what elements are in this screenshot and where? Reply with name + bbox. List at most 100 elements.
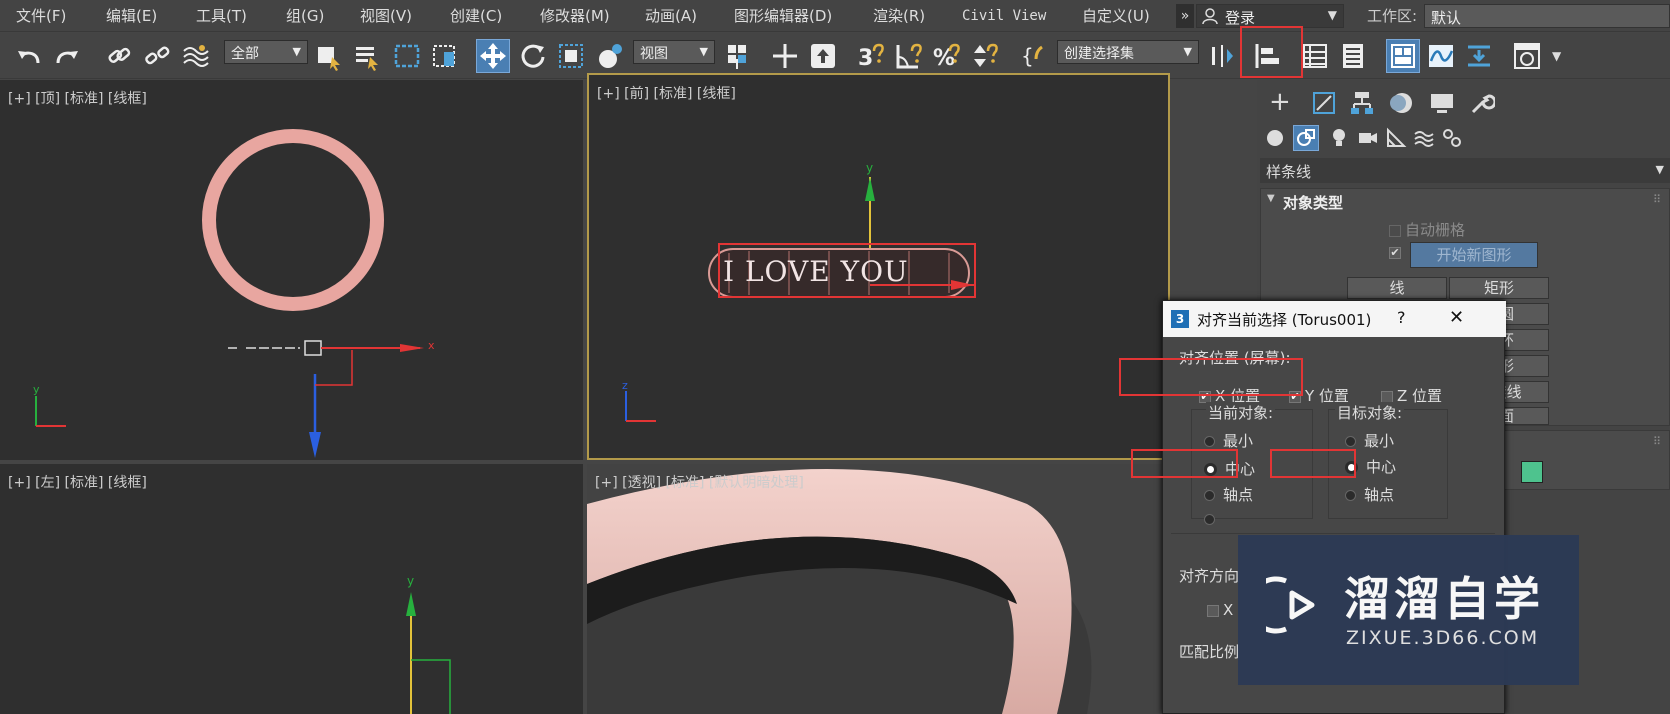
schematic-view-button[interactable] xyxy=(1462,39,1496,73)
menu-animation[interactable]: 动画(A) xyxy=(645,6,697,26)
menu-file[interactable]: 文件(F) xyxy=(16,6,66,26)
toggle-scene-explorer-button[interactable] xyxy=(1298,39,1332,73)
material-editor-button[interactable] xyxy=(1510,39,1544,73)
select-and-rotate-button[interactable] xyxy=(516,39,550,73)
category-dropdown[interactable]: 样条线 ▼ xyxy=(1260,158,1670,183)
systems-icon[interactable] xyxy=(1441,127,1463,149)
manipulate-button[interactable] xyxy=(768,39,802,73)
hierarchy-tab-icon[interactable] xyxy=(1349,90,1375,116)
edit-named-selection-button[interactable]: { xyxy=(1018,39,1052,73)
bind-spacewarp-button[interactable] xyxy=(178,39,212,73)
current-pivot-radio[interactable]: 轴点 xyxy=(1204,484,1253,505)
menu-group[interactable]: 组(G) xyxy=(286,6,324,26)
highlight-align-button xyxy=(1240,26,1303,78)
viewport-left[interactable]: [+] [左] [标准] [线框] y xyxy=(0,464,583,714)
spinner-snap-button[interactable] xyxy=(968,39,1002,73)
unlink-button[interactable] xyxy=(140,39,174,73)
rollout-collapse-icon[interactable]: ▼ xyxy=(1267,193,1275,204)
geometry-sphere-icon[interactable] xyxy=(1265,128,1285,148)
mirror-button[interactable] xyxy=(1205,39,1239,73)
menu-rendering[interactable]: 渲染(R) xyxy=(873,6,925,26)
menu-overflow-button[interactable]: » xyxy=(1176,4,1194,28)
menu-civil-view[interactable]: Civil View xyxy=(962,6,1046,26)
menu-customize[interactable]: 自定义(U) xyxy=(1082,6,1150,26)
workspace-dropdown[interactable]: 默认 xyxy=(1424,4,1670,28)
toggle-layer-explorer-button[interactable] xyxy=(1336,39,1370,73)
select-and-move-button[interactable] xyxy=(476,39,510,73)
selection-filter-dropdown[interactable]: 全部 ▼ xyxy=(224,40,308,64)
play-logo-icon xyxy=(1266,576,1315,634)
select-and-place-button[interactable] xyxy=(594,39,628,73)
viewport-perspective[interactable]: [+] [透视] [标准] [默认明暗处理] xyxy=(587,464,1170,714)
window-crossing-button[interactable] xyxy=(428,39,462,73)
select-object-button[interactable] xyxy=(312,39,346,73)
link-button[interactable] xyxy=(102,39,136,73)
menu-edit[interactable]: 编辑(E) xyxy=(106,6,157,26)
viewport-top[interactable]: [+] [顶] [标准] [线框] y x xyxy=(0,80,583,460)
percent-snap-button[interactable]: % xyxy=(930,39,964,73)
utilities-tab-icon[interactable] xyxy=(1469,90,1495,116)
pivot-center-button[interactable] xyxy=(720,39,754,73)
named-selection-set-dropdown[interactable]: 创建选择集 ▼ xyxy=(1057,40,1199,64)
menu-tools[interactable]: 工具(T) xyxy=(196,6,247,26)
3dsmax-window: 文件(F) 编辑(E) 工具(T) 组(G) 视图(V) 创建(C) 修改器(M… xyxy=(0,0,1670,714)
dialog-titlebar[interactable]: 3 对齐当前选择 (Torus001) ? ✕ xyxy=(1163,301,1506,337)
start-new-shape-button[interactable]: 开始新图形 xyxy=(1410,242,1538,268)
toolbar-overflow-arrow[interactable]: ▼ xyxy=(1552,39,1570,73)
reference-coord-dropdown[interactable]: 视图 ▼ xyxy=(633,40,715,64)
workspace-label: 工作区: xyxy=(1367,7,1418,25)
target-pivot-radio[interactable]: 轴点 xyxy=(1345,484,1394,505)
current-max-radio[interactable] xyxy=(1204,514,1215,525)
undo-button[interactable] xyxy=(12,39,46,73)
start-new-shape-checkbox[interactable]: ✔ xyxy=(1389,247,1401,259)
helpers-icon[interactable] xyxy=(1385,127,1407,149)
orientation-x-label: X xyxy=(1223,601,1234,619)
menu-view[interactable]: 视图(V) xyxy=(360,6,412,26)
select-and-scale-button[interactable] xyxy=(554,39,588,73)
redo-button[interactable] xyxy=(50,39,84,73)
display-tab-icon[interactable] xyxy=(1429,90,1455,116)
snaps-toggle-button[interactable]: 3 xyxy=(854,39,888,73)
create-tab-plus-icon[interactable]: + xyxy=(1269,88,1291,116)
rollout-title[interactable]: 对象类型 xyxy=(1283,192,1343,213)
spacewarps-icon[interactable] xyxy=(1413,127,1435,149)
menu-create[interactable]: 创建(C) xyxy=(450,6,502,26)
x-axis-label: x xyxy=(428,339,435,352)
motion-tab-icon[interactable] xyxy=(1389,90,1415,116)
auto-grid-checkbox[interactable]: 自动栅格 xyxy=(1389,219,1465,240)
close-button[interactable]: ✕ xyxy=(1449,307,1464,328)
scale-icon xyxy=(559,44,583,68)
login-dropdown[interactable]: 登录 ▼ xyxy=(1196,4,1344,28)
spacewarp-icon xyxy=(183,45,209,67)
keyboard-shortcut-override-button[interactable] xyxy=(806,39,840,73)
z-arrow-head xyxy=(309,432,321,458)
viewport-label[interactable]: [+] [透视] [标准] [默认明暗处理] xyxy=(595,472,804,492)
menu-graph-editors[interactable]: 图形编辑器(D) xyxy=(734,6,832,26)
workspace-value: 默认 xyxy=(1431,9,1462,27)
curve-editor-button[interactable] xyxy=(1424,39,1458,73)
help-button[interactable]: ? xyxy=(1397,308,1406,327)
shapes-category-button[interactable] xyxy=(1293,125,1319,151)
rollout-grip-icon: ⠿ xyxy=(1652,193,1661,206)
selection-filter-value: 全部 xyxy=(231,46,259,62)
shortcut-override-icon xyxy=(811,44,835,68)
current-min-radio[interactable]: 最小 xyxy=(1204,430,1253,451)
camera-icon[interactable] xyxy=(1357,128,1379,148)
orientation-x-checkbox[interactable]: X xyxy=(1207,601,1233,619)
material-editor-icon xyxy=(1514,43,1540,69)
rectangle-button[interactable]: 矩形 xyxy=(1449,277,1549,299)
menu-modifiers[interactable]: 修改器(M) xyxy=(540,6,610,26)
line-button[interactable]: 线 xyxy=(1347,277,1447,299)
select-by-name-button[interactable] xyxy=(350,39,384,73)
target-min-radio[interactable]: 最小 xyxy=(1345,430,1394,451)
toggle-ribbon-button[interactable] xyxy=(1386,39,1420,73)
light-bulb-icon[interactable] xyxy=(1329,127,1349,149)
angle-snap-button[interactable] xyxy=(892,39,926,73)
layer-explorer-icon xyxy=(1343,44,1363,68)
highlight-current-center xyxy=(1131,449,1238,478)
rect-select-region-button[interactable] xyxy=(390,39,424,73)
watermark-overlay: 溜溜自学 ZIXUE.3D66.COM xyxy=(1238,535,1579,685)
app-icon-text: 3 xyxy=(1175,312,1185,326)
modify-tab-icon[interactable] xyxy=(1311,90,1337,116)
object-color-swatch[interactable] xyxy=(1521,461,1543,483)
